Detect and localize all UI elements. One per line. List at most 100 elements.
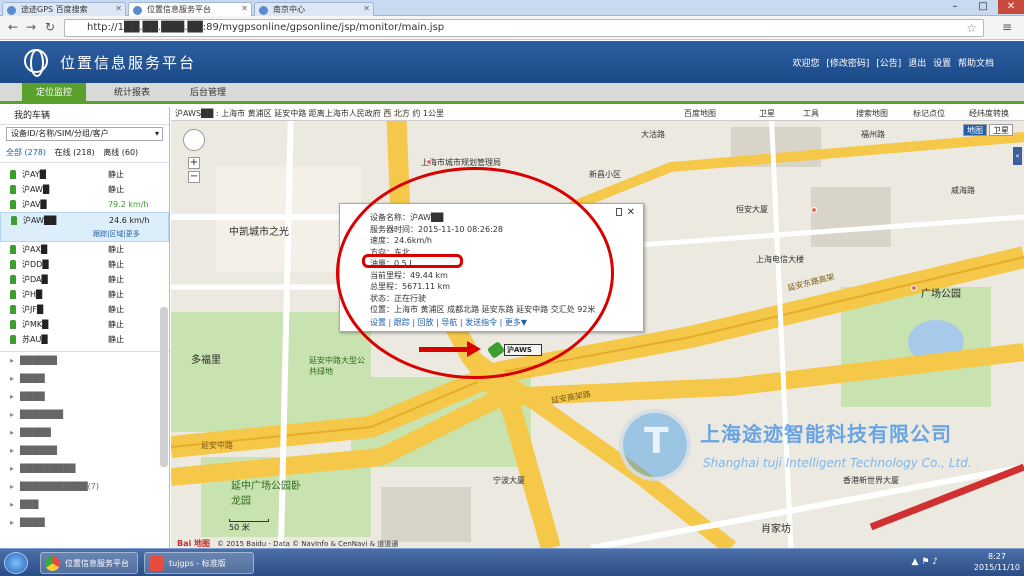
start-button[interactable] xyxy=(4,552,28,574)
vehicle-row[interactable]: 沪AY█ 静止 xyxy=(0,167,169,182)
map-label: 上海市城市规划管理局 xyxy=(421,158,501,167)
group-item[interactable]: ▸ ████ xyxy=(0,388,169,406)
logout-link[interactable]: 退出 xyxy=(908,59,926,69)
vehicle-row[interactable]: 沪AW█ 静止 xyxy=(0,182,169,197)
map-label: 延安中路大型公共绿地 xyxy=(309,356,365,376)
tab-reports[interactable]: 统计报表 xyxy=(100,83,164,104)
zoom-in-button[interactable]: + xyxy=(188,157,200,169)
forward-icon[interactable]: → xyxy=(24,21,38,35)
chevron-right-icon[interactable]: ▸ xyxy=(10,460,14,478)
mark-point-button[interactable]: 标记点位 xyxy=(913,107,945,121)
vehicle-row[interactable]: 沪MK█ 静止 xyxy=(0,317,169,332)
map-type-satellite[interactable]: 卫星 xyxy=(989,124,1013,136)
chevron-right-icon[interactable]: ▸ xyxy=(10,442,14,460)
app-title: 位置信息服务平台 xyxy=(60,54,197,72)
tray-icons[interactable]: ▲ ⚑ ♪ xyxy=(912,557,938,567)
chevron-right-icon[interactable]: ▸ xyxy=(10,478,14,496)
vehicle-row[interactable]: 沪H█ 静止 xyxy=(0,287,169,302)
chevron-right-icon[interactable]: ▸ xyxy=(10,424,14,442)
filter-online[interactable]: 在线 (218) xyxy=(55,148,95,157)
maximize-button[interactable]: □ xyxy=(970,0,996,14)
group-label: ████ xyxy=(20,374,45,383)
tab-admin[interactable]: 后台管理 xyxy=(176,83,240,104)
vehicle-row[interactable]: 沪DA█ 静止 xyxy=(0,272,169,287)
group-item[interactable]: ▸ ████ xyxy=(0,370,169,388)
map-type-map[interactable]: 地图 xyxy=(963,124,987,136)
sidebar-scrollbar[interactable] xyxy=(160,307,168,467)
vehicle-marker-label[interactable]: 沪AWS xyxy=(504,344,542,356)
close-window-button[interactable]: ✕ xyxy=(998,0,1024,14)
vehicle-row[interactable]: 沪AW██ 24.6 km/h 跟踪|区域|更多 xyxy=(0,212,169,242)
vehicle-search-select[interactable]: 设备ID/名称/SIM/分组/客户 ▾ xyxy=(6,127,163,141)
notice-link[interactable]: [公告] xyxy=(876,59,901,69)
group-item[interactable]: ▸ █████ xyxy=(0,424,169,442)
popup-action-track[interactable]: 跟踪 xyxy=(394,318,410,327)
field-label: 总里程 xyxy=(370,282,394,291)
chevron-right-icon[interactable]: ▸ xyxy=(10,406,14,424)
taskbar-item-browser[interactable]: 位置信息服务平台 xyxy=(40,552,138,574)
minimize-button[interactable]: – xyxy=(942,0,968,14)
vehicle-row[interactable]: 沪DD█ 静止 xyxy=(0,257,169,272)
group-item[interactable]: ▸ █████████ xyxy=(0,460,169,478)
poi-marker[interactable] xyxy=(911,285,917,291)
group-item[interactable]: ▸ ███████████(7) xyxy=(0,478,169,496)
group-item[interactable]: ▸ ███████ xyxy=(0,406,169,424)
star-icon[interactable]: ☆ xyxy=(966,20,977,36)
vehicle-row-actions[interactable]: 跟踪|区域|更多 xyxy=(93,227,140,242)
help-link[interactable]: 帮助文档 xyxy=(958,59,994,69)
close-icon[interactable]: ✕ xyxy=(627,207,635,218)
reload-icon[interactable]: ↻ xyxy=(43,21,57,35)
satellite-toggle[interactable]: 卫星 xyxy=(759,107,775,121)
settings-link[interactable]: 设置 xyxy=(933,59,951,69)
change-password-link[interactable]: [修改密码] xyxy=(826,59,869,69)
tools-menu[interactable]: 工具 xyxy=(803,107,819,121)
popup-action-more[interactable]: 更多 xyxy=(505,318,521,327)
vehicle-row[interactable]: 沪AV█ 79.2 km/h xyxy=(0,197,169,212)
map-provider-select[interactable]: 百度地图 xyxy=(684,107,716,121)
filter-offline[interactable]: 离线 (60) xyxy=(103,148,138,157)
clock[interactable]: 8:27 2015/11/10 xyxy=(974,551,1020,573)
popup-action-command[interactable]: 发送指令 xyxy=(465,318,497,327)
chevron-right-icon[interactable]: ▸ xyxy=(10,496,14,514)
close-icon[interactable]: ✕ xyxy=(115,4,122,13)
vehicle-status: 静止 xyxy=(108,170,124,179)
chevron-down-icon[interactable]: ▼ xyxy=(521,318,527,327)
close-icon[interactable]: ✕ xyxy=(241,4,248,13)
group-label: ███████████(7) xyxy=(20,482,100,491)
group-item[interactable]: ▸ ████ xyxy=(0,514,169,532)
browser-tab-1[interactable]: 途迹GPS 百度搜索 ✕ xyxy=(2,2,126,16)
url-input[interactable]: http://1██.██.███.██:89/mygpsonline/gpso… xyxy=(64,19,984,37)
group-item[interactable]: ▸ ██████ xyxy=(0,442,169,460)
taskbar-item-tujgps[interactable]: tujgps - 标准版 xyxy=(144,552,254,574)
vehicle-row[interactable]: 沪JF█ 静止 xyxy=(0,302,169,317)
chevron-down-icon[interactable]: ▾ xyxy=(155,128,159,140)
menu-icon[interactable]: ≡ xyxy=(1000,21,1014,35)
popup-action-settings[interactable]: 设置 xyxy=(370,318,386,327)
document-icon[interactable] xyxy=(616,208,622,216)
group-item[interactable]: ▸ ██████ xyxy=(0,352,169,370)
chevron-right-icon[interactable]: ▸ xyxy=(10,388,14,406)
popup-action-replay[interactable]: 回放 xyxy=(418,318,434,327)
back-icon[interactable]: ← xyxy=(6,21,20,35)
browser-tab-2[interactable]: 位置信息服务平台 ✕ xyxy=(128,2,252,16)
pan-control-icon[interactable] xyxy=(183,129,205,151)
search-map-button[interactable]: 搜索地图 xyxy=(856,107,888,121)
map-view[interactable]: 沪AWS██ : 上海市 黄浦区 延安中路 距离上海市人民政府 西 北方 约 1… xyxy=(171,107,1024,548)
browser-tab-3[interactable]: 南京中心 ✕ xyxy=(254,2,374,16)
tab-monitor[interactable]: 定位监控 xyxy=(22,83,87,104)
poi-marker[interactable] xyxy=(811,207,817,213)
close-icon[interactable]: ✕ xyxy=(363,4,370,13)
zoom-out-button[interactable]: − xyxy=(188,171,200,183)
vehicle-row[interactable]: 沪AX█ 静止 xyxy=(0,242,169,257)
panel-toggle-icon[interactable]: « xyxy=(1013,147,1022,165)
chevron-right-icon[interactable]: ▸ xyxy=(10,352,14,370)
filter-all[interactable]: 全部 (278) xyxy=(6,148,46,157)
coord-convert-button[interactable]: 经纬度转换 xyxy=(969,107,1009,121)
poi-marker[interactable] xyxy=(426,159,432,165)
chevron-right-icon[interactable]: ▸ xyxy=(10,514,14,532)
group-item[interactable]: ▸ ███ xyxy=(0,496,169,514)
popup-action-navigate[interactable]: 导航 xyxy=(441,318,457,327)
current-vehicle-location: 沪AWS██ : 上海市 黄浦区 延安中路 距离上海市人民政府 西 北方 约 1… xyxy=(175,109,444,118)
chevron-right-icon[interactable]: ▸ xyxy=(10,370,14,388)
vehicle-row[interactable]: 苏AU█ 静止 xyxy=(0,332,169,347)
